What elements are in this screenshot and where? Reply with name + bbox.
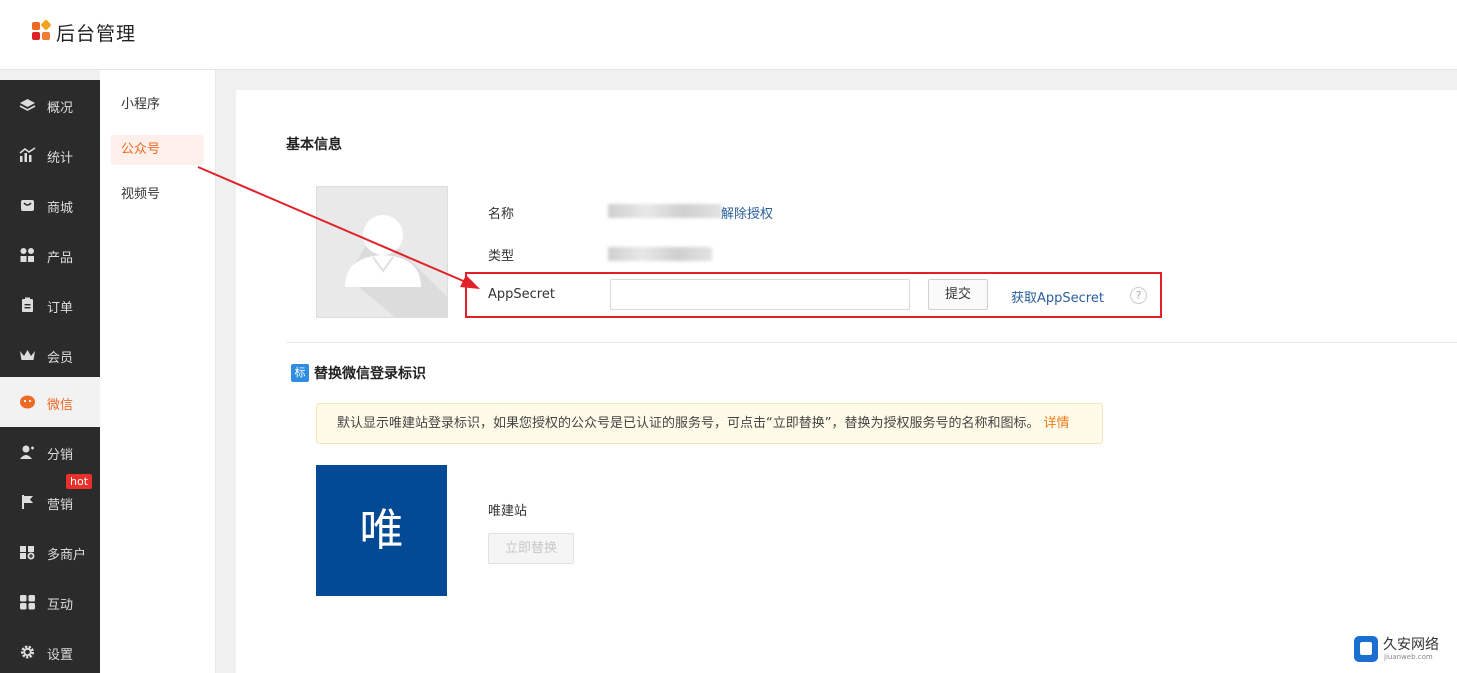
main-sidebar: 概况 统计 商城 产品 订单 会员 微信 分销 营销 多商户 互动 设置 hot <box>0 70 100 673</box>
sidebar-item-overview[interactable]: 概况 <box>0 80 100 130</box>
wechat-icon <box>19 394 36 410</box>
appsecret-label: AppSecret <box>488 287 555 302</box>
sidebar-item-orders[interactable]: 订单 <box>0 280 100 330</box>
sidebar-item-stats[interactable]: 统计 <box>0 130 100 180</box>
sidebar-item-label: 概况 <box>47 101 74 116</box>
chart-icon <box>19 147 36 163</box>
name-label: 名称 <box>488 207 515 222</box>
site-logo-tile: 唯 <box>316 465 447 596</box>
help-icon[interactable]: ? <box>1130 287 1147 304</box>
sidebar-item-label: 多商户 <box>47 548 87 563</box>
sidebar-item-product[interactable]: 产品 <box>0 230 100 280</box>
sidebar-item-label: 订单 <box>47 301 74 316</box>
subnav-item-channels[interactable]: 视频号 <box>111 180 204 210</box>
apps-icon <box>19 594 36 610</box>
store-plus-icon <box>19 544 36 560</box>
site-name: 唯建站 <box>488 504 528 519</box>
sidebar-item-distribution[interactable]: 分销 <box>0 427 100 477</box>
watermark-logo-icon <box>1354 636 1378 662</box>
section-title-replace-login-logo: 替换微信登录标识 <box>314 366 426 382</box>
crown-icon <box>19 347 36 363</box>
sidebar-item-label: 商城 <box>47 201 74 216</box>
subnav-item-official-account[interactable]: 公众号 <box>111 135 204 165</box>
flag-icon <box>19 494 36 510</box>
gear-icon <box>19 644 36 660</box>
layers-icon <box>19 97 36 113</box>
sidebar-item-mall[interactable]: 商城 <box>0 180 100 230</box>
sidebar-item-multi-merchant[interactable]: 多商户 <box>0 527 100 577</box>
account-avatar <box>316 186 448 318</box>
unbind-link[interactable]: 解除授权 <box>721 203 773 222</box>
sidebar-item-interaction[interactable]: 互动 <box>0 577 100 627</box>
sidebar-item-members[interactable]: 会员 <box>0 330 100 380</box>
submit-button[interactable]: 提交 <box>928 279 988 310</box>
get-appsecret-link[interactable]: 获取AppSecret <box>1011 287 1104 306</box>
sidebar-item-label: 设置 <box>47 648 74 663</box>
replace-now-button[interactable]: 立即替换 <box>488 533 574 564</box>
order-icon <box>19 297 36 313</box>
account-name-redacted <box>608 204 722 218</box>
sub-sidebar: 小程序 公众号 视频号 <box>100 70 216 673</box>
sidebar-item-label: 营销 <box>47 498 74 513</box>
sidebar-item-settings[interactable]: 设置 <box>0 627 100 673</box>
user-icon <box>19 444 36 460</box>
section-title-basic-info: 基本信息 <box>286 137 342 153</box>
account-type-redacted <box>608 247 712 261</box>
section-divider <box>286 342 1457 343</box>
content-card: 基本信息 名称 解除授权 类型 AppSecret 提交 获取AppSecret… <box>236 90 1457 673</box>
watermark-domain: jiuanweb.com <box>1384 653 1433 661</box>
sidebar-item-label: 会员 <box>47 351 74 366</box>
type-label: 类型 <box>488 249 515 264</box>
tag-icon: 标 <box>291 364 309 382</box>
sidebar-item-label: 互动 <box>47 598 74 613</box>
logo-icon <box>32 19 52 41</box>
notice-details-link[interactable]: 详情 <box>1043 416 1069 431</box>
sidebar-item-label: 统计 <box>47 151 74 166</box>
hot-badge: hot <box>66 474 93 489</box>
shop-icon <box>19 197 36 213</box>
sidebar-item-wechat[interactable]: 微信 <box>0 377 100 428</box>
sidebar-item-label: 产品 <box>47 251 74 266</box>
notice-text: 默认显示唯建站登录标识，如果您授权的公众号是已认证的服务号，可点击“立即替换”，… <box>337 416 1040 431</box>
subnav-item-mini-program[interactable]: 小程序 <box>111 90 204 120</box>
watermark: 久安网络 jiuanweb.com <box>1354 634 1444 664</box>
sidebar-item-label: 微信 <box>47 398 74 413</box>
top-bar: 后台管理 <box>0 0 1457 70</box>
appsecret-input[interactable] <box>610 279 910 310</box>
notice-banner: 默认显示唯建站登录标识，如果您授权的公众号是已认证的服务号，可点击“立即替换”，… <box>316 403 1103 444</box>
brand-title: 后台管理 <box>56 23 137 45</box>
app-window: 后台管理 概况 统计 商城 产品 订单 会员 微信 分销 营销 多商户 互动 设… <box>0 0 1457 673</box>
watermark-name: 久安网络 <box>1383 637 1439 653</box>
grid-icon <box>19 247 36 263</box>
sidebar-item-label: 分销 <box>47 448 74 463</box>
